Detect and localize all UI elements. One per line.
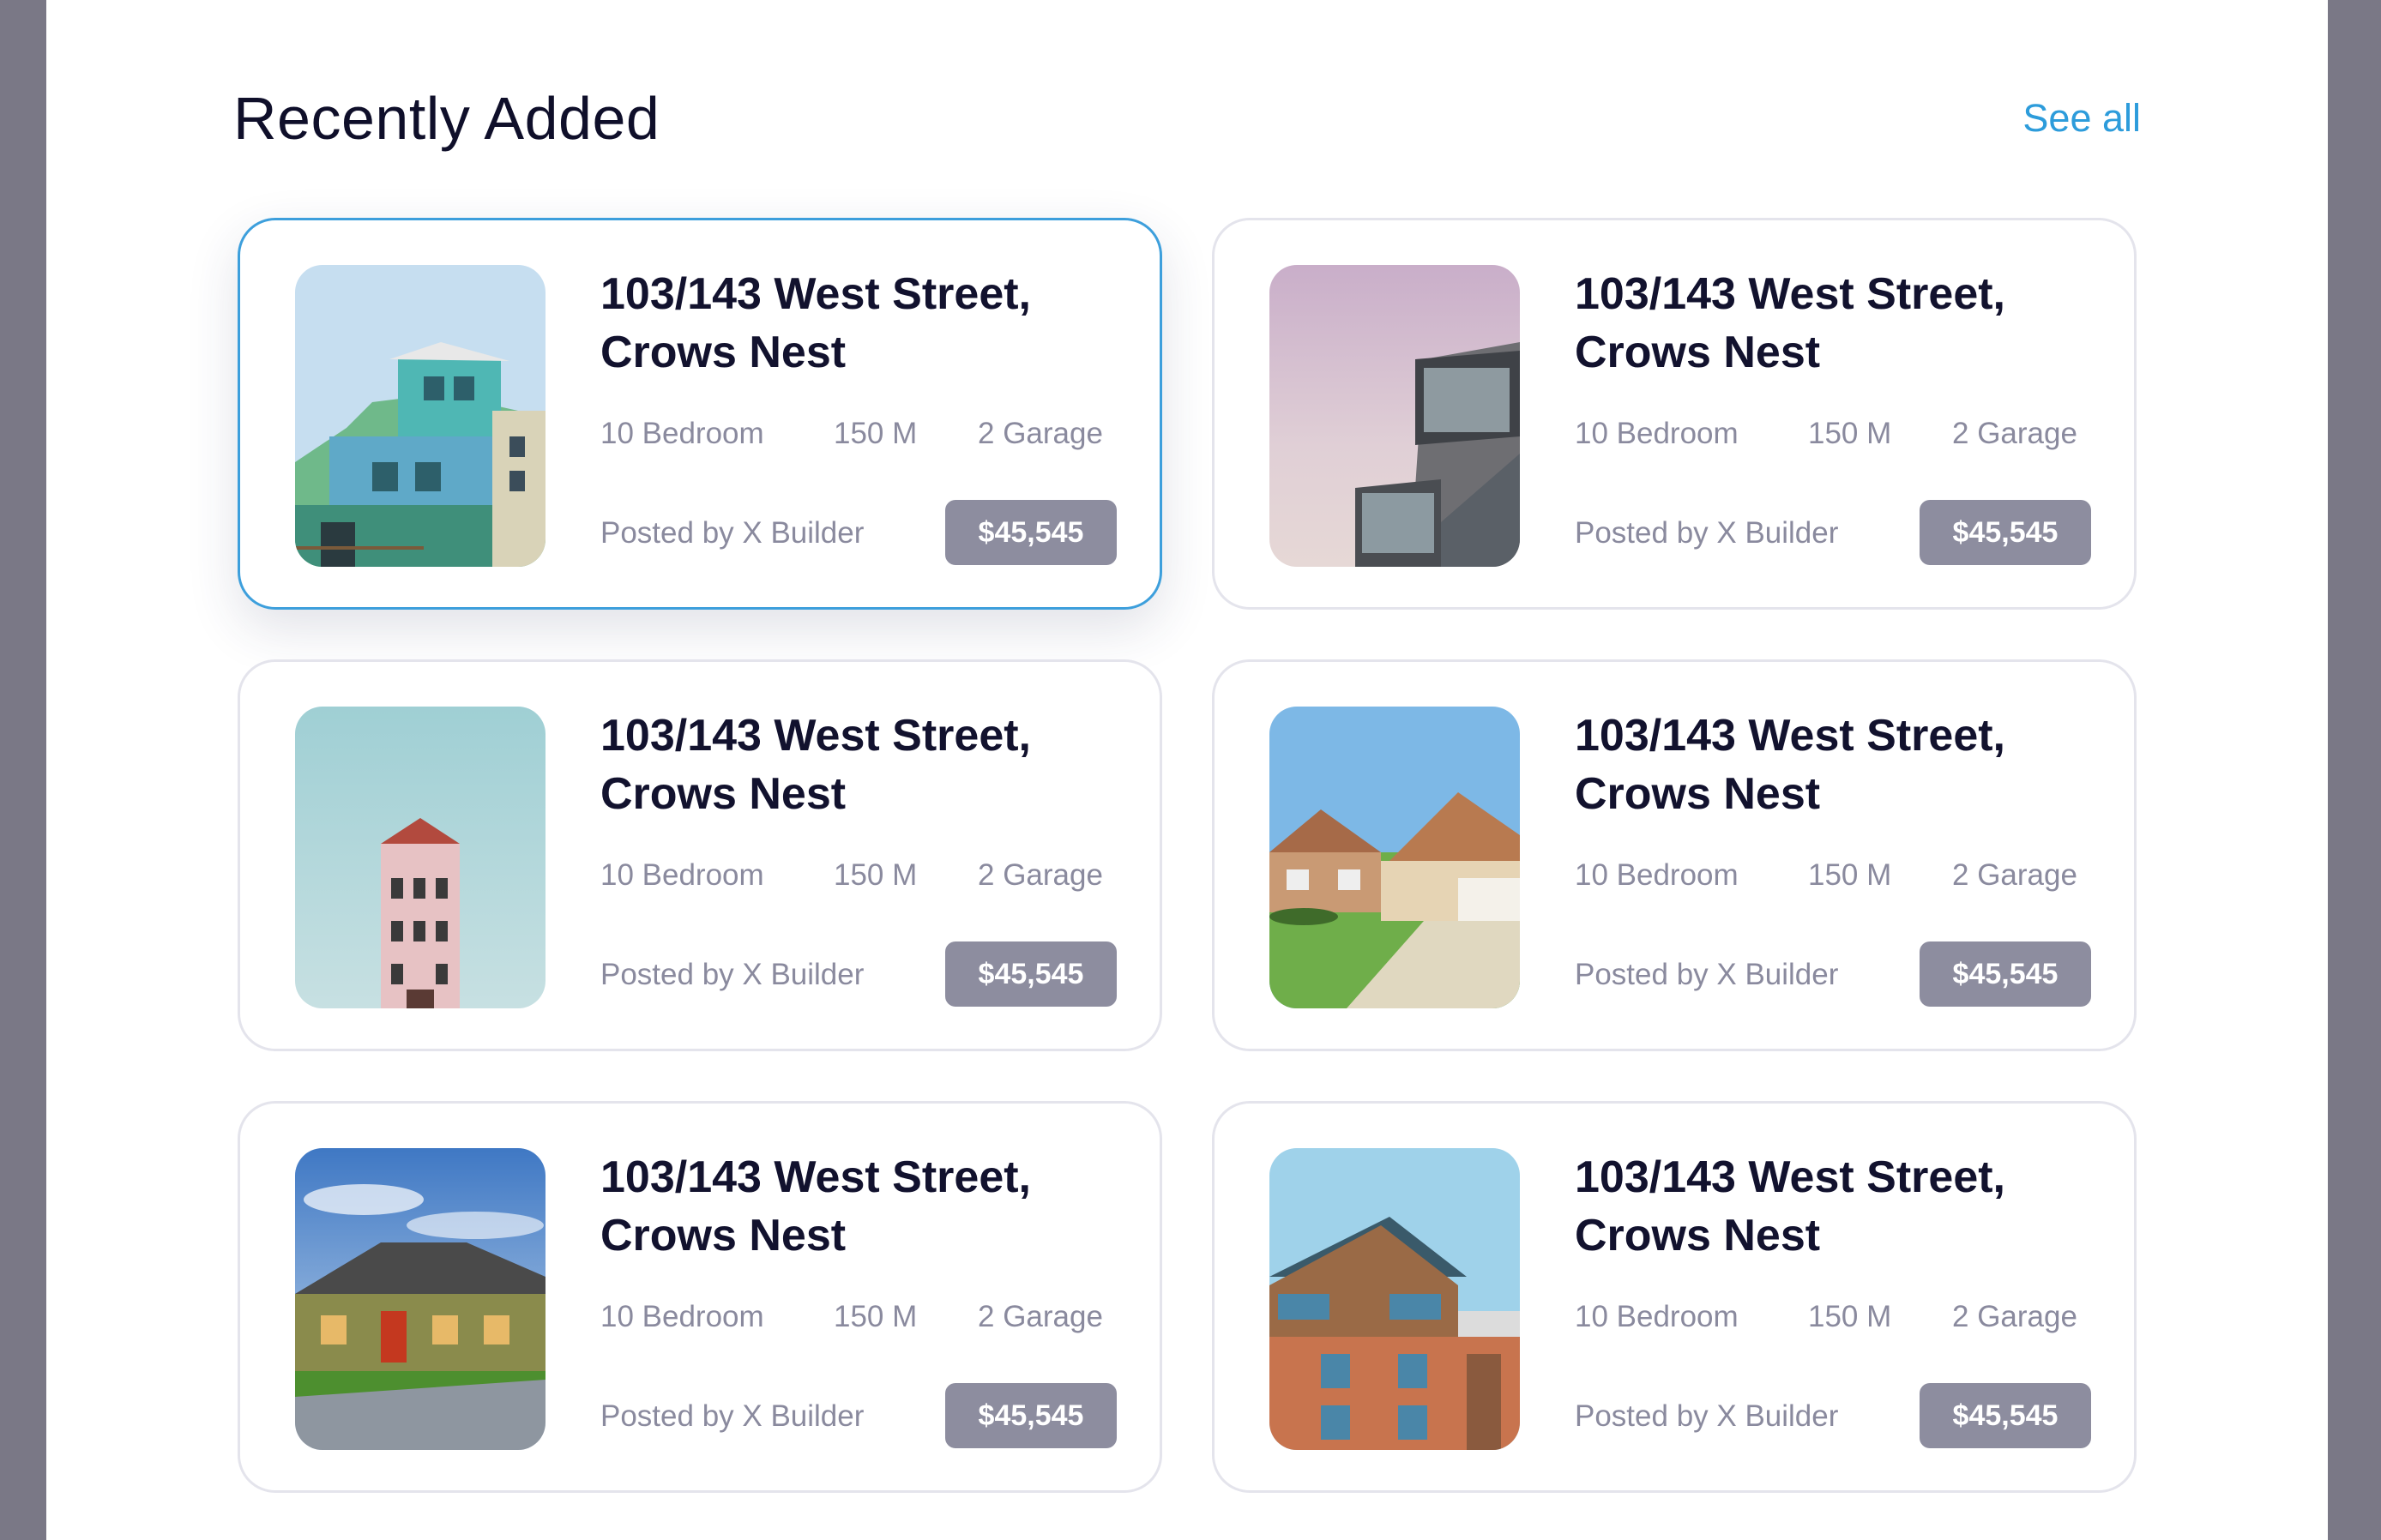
listing-photo — [295, 265, 546, 567]
posted-by: Posted by X Builder — [600, 958, 865, 991]
posted-by: Posted by X Builder — [600, 1399, 865, 1433]
listing-features: 10 Bedroom 150 M 2 Garage — [1575, 411, 2089, 457]
area-size: 150 M — [834, 1300, 918, 1333]
listing-features: 10 Bedroom 150 M 2 Garage — [600, 411, 1115, 457]
listing-photo — [1269, 265, 1520, 567]
listing-address: 103/143 West Street, Crows Nest — [600, 711, 1031, 819]
listing-features: 10 Bedroom 150 M 2 Garage — [1575, 1294, 2089, 1340]
listing-address: 103/143 West Street, Crows Nest — [1575, 1152, 2005, 1260]
listing-photo — [295, 1148, 546, 1450]
posted-by: Posted by X Builder — [1575, 958, 1839, 991]
listing-card[interactable]: 103/143 West Street, Crows Nest 10 Bedro… — [1212, 218, 2137, 610]
section-title: Recently Added — [233, 85, 660, 152]
listing-photo — [1269, 707, 1520, 1008]
garage-count: 2 Garage — [1952, 1300, 2077, 1333]
see-all-link[interactable]: See all — [2022, 77, 2141, 159]
garage-count: 2 Garage — [978, 1300, 1103, 1333]
listing-grid: 103/143 West Street, Crows Nest 10 Bedro… — [238, 218, 2137, 1493]
price-badge[interactable]: $45,545 — [945, 500, 1117, 565]
bedroom-count: 10 Bedroom — [600, 417, 764, 450]
price-badge[interactable]: $45,545 — [1920, 1383, 2091, 1448]
listing-photo — [1269, 1148, 1520, 1450]
price-badge[interactable]: $45,545 — [945, 1383, 1117, 1448]
listing-photo — [295, 707, 546, 1008]
area-size: 150 M — [1808, 858, 1892, 892]
posted-by: Posted by X Builder — [1575, 516, 1839, 550]
listing-address: 103/143 West Street, Crows Nest — [600, 1152, 1031, 1260]
listing-features: 10 Bedroom 150 M 2 Garage — [600, 852, 1115, 899]
listing-address: 103/143 West Street, Crows Nest — [1575, 711, 2005, 819]
bedroom-count: 10 Bedroom — [1575, 858, 1739, 892]
posted-by: Posted by X Builder — [1575, 1399, 1839, 1433]
content-panel: Recently Added See all 103/143 West Stre… — [46, 0, 2328, 1540]
bedroom-count: 10 Bedroom — [600, 1300, 764, 1333]
listing-address: 103/143 West Street, Crows Nest — [600, 269, 1031, 377]
listing-features: 10 Bedroom 150 M 2 Garage — [1575, 852, 2089, 899]
listing-card[interactable]: 103/143 West Street, Crows Nest 10 Bedro… — [238, 218, 1162, 610]
section-header: Recently Added See all — [233, 77, 2141, 159]
garage-count: 2 Garage — [978, 417, 1103, 450]
area-size: 150 M — [1808, 417, 1892, 450]
bedroom-count: 10 Bedroom — [1575, 1300, 1739, 1333]
area-size: 150 M — [834, 417, 918, 450]
garage-count: 2 Garage — [978, 858, 1103, 892]
area-size: 150 M — [834, 858, 918, 892]
posted-by: Posted by X Builder — [600, 516, 865, 550]
price-badge[interactable]: $45,545 — [945, 941, 1117, 1007]
listing-features: 10 Bedroom 150 M 2 Garage — [600, 1294, 1115, 1340]
bedroom-count: 10 Bedroom — [1575, 417, 1739, 450]
listing-card[interactable]: 103/143 West Street, Crows Nest 10 Bedro… — [238, 1101, 1162, 1493]
garage-count: 2 Garage — [1952, 417, 2077, 450]
listing-card[interactable]: 103/143 West Street, Crows Nest 10 Bedro… — [1212, 659, 2137, 1051]
listing-card[interactable]: 103/143 West Street, Crows Nest 10 Bedro… — [1212, 1101, 2137, 1493]
listing-address: 103/143 West Street, Crows Nest — [1575, 269, 2005, 377]
price-badge[interactable]: $45,545 — [1920, 941, 2091, 1007]
listing-card[interactable]: 103/143 West Street, Crows Nest 10 Bedro… — [238, 659, 1162, 1051]
area-size: 150 M — [1808, 1300, 1892, 1333]
bedroom-count: 10 Bedroom — [600, 858, 764, 892]
price-badge[interactable]: $45,545 — [1920, 500, 2091, 565]
garage-count: 2 Garage — [1952, 858, 2077, 892]
